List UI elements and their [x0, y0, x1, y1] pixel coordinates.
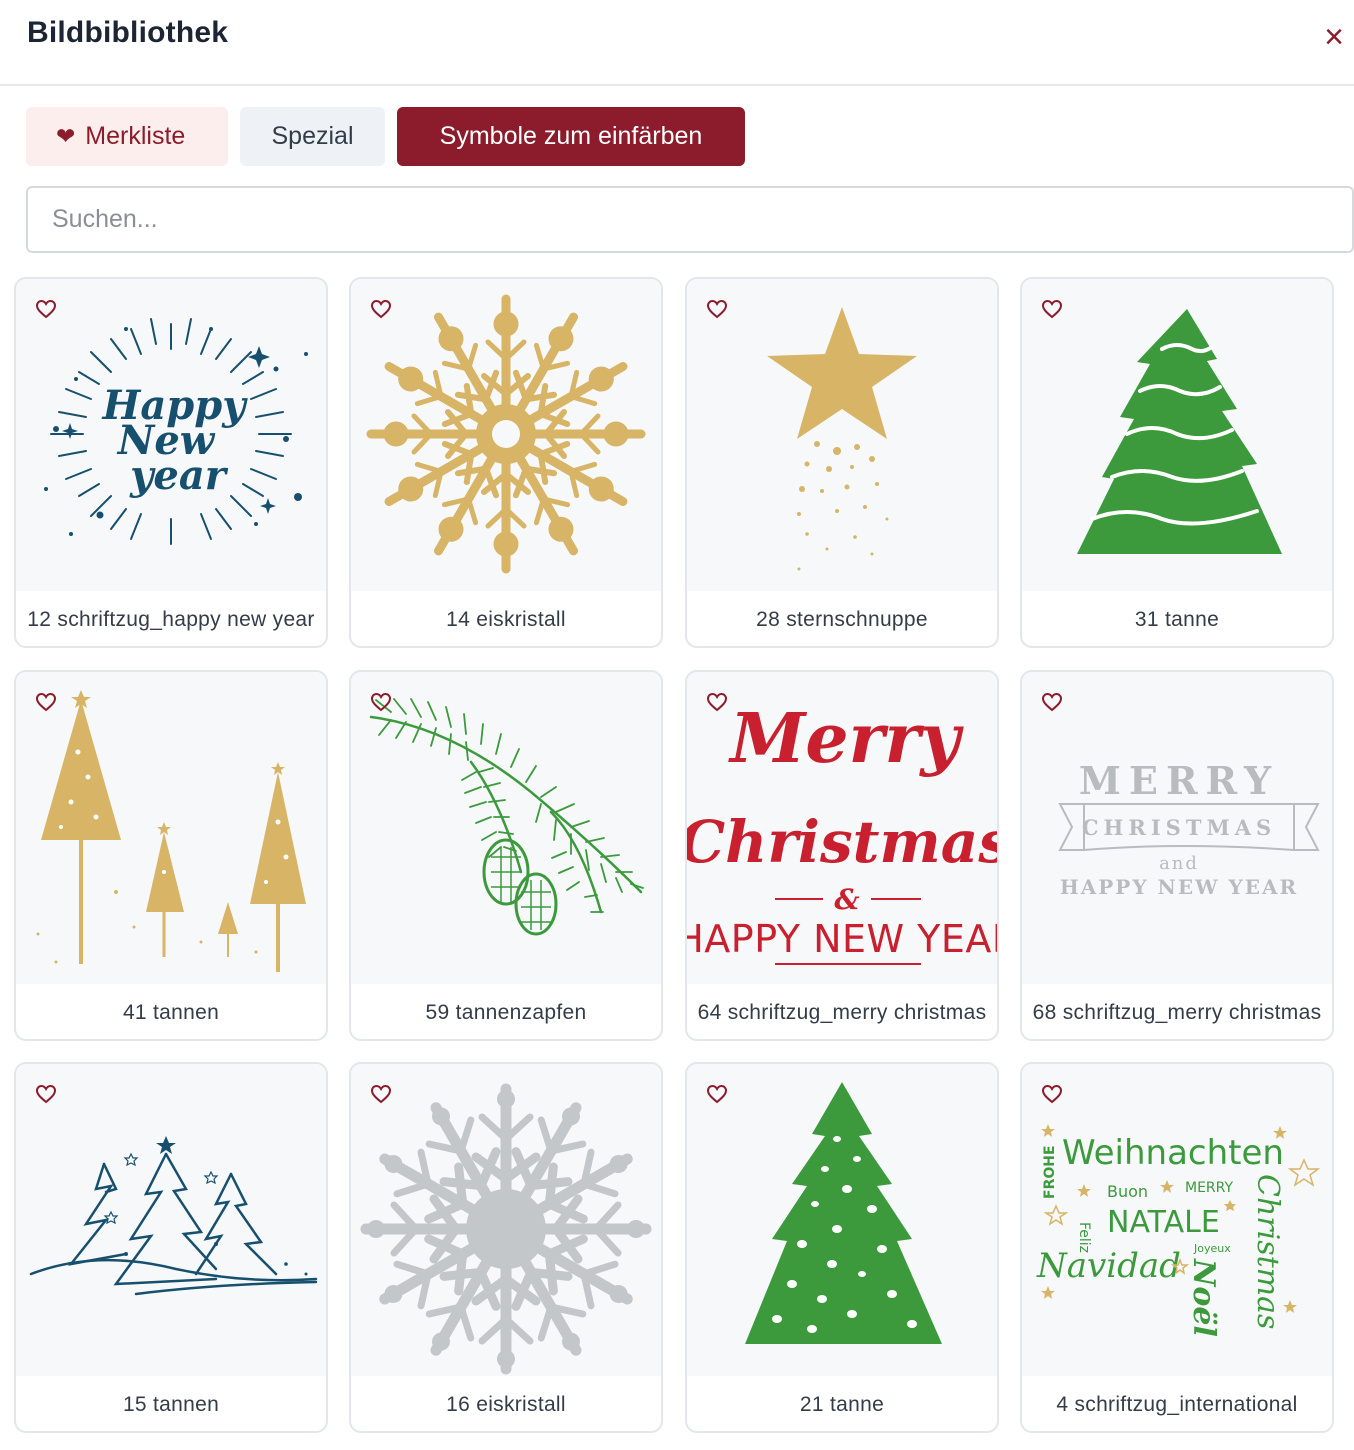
image-text: Navidad	[1036, 1246, 1181, 1286]
pine-branch-image	[369, 698, 644, 936]
merry-christmas-grey-image: MERRY CHRISTMAS and HAPPY NEW YEAR	[1058, 758, 1320, 899]
favorite-heart-icon[interactable]	[34, 1082, 58, 1106]
close-icon[interactable]: ×	[1318, 20, 1350, 54]
image-card-tannen-navy[interactable]: 15 tannen	[14, 1062, 328, 1433]
image-card-tanne-dots[interactable]: 21 tanne	[685, 1062, 999, 1433]
tab-symbole-zum-einfaerben[interactable]: Symbole zum einfärben	[397, 107, 745, 166]
tab-label: Spezial	[271, 122, 354, 150]
image-text: CHRISTMAS	[1082, 815, 1276, 840]
image-text: Buon	[1107, 1182, 1148, 1201]
image-thumbnail: Merry Christmas & HAPPY NEW YEAR	[687, 672, 997, 984]
image-title: 31 tanne	[1134, 608, 1220, 631]
image-text: NATALE	[1107, 1205, 1220, 1240]
image-text: HAPPY NEW YEAR	[687, 917, 997, 961]
image-text: Christmas	[687, 808, 997, 876]
image-title: 16 eiskristall	[446, 1393, 566, 1416]
favorite-heart-icon[interactable]	[1040, 297, 1064, 321]
tab-label: Symbole zum einfärben	[439, 122, 703, 150]
image-thumbnail	[687, 279, 997, 591]
image-card-happy-new-year[interactable]: Happy New year 12 schriftzug_happy new y…	[14, 277, 328, 648]
image-card-eiskristall[interactable]: 14 eiskristall	[349, 277, 663, 648]
gold-snowflake-image	[351, 294, 661, 591]
image-thumbnail	[351, 1064, 661, 1376]
image-text: FROHE	[1042, 1145, 1058, 1199]
favorite-heart-icon[interactable]	[1040, 1082, 1064, 1106]
category-tabs: ❤ Merkliste Spezial Symbole zum einfärbe…	[26, 107, 745, 166]
image-title: 41 tannen	[122, 1001, 220, 1024]
favorite-heart-icon[interactable]	[705, 690, 729, 714]
image-text: Merry	[728, 699, 964, 779]
image-card-sternschnuppe[interactable]: 28 sternschnuppe	[685, 277, 999, 648]
favorite-heart-icon[interactable]	[369, 1082, 393, 1106]
image-card-tannen[interactable]: 41 tannen	[14, 670, 328, 1041]
silver-snowflake-image	[351, 1083, 661, 1376]
heart-icon: ❤	[56, 123, 76, 149]
image-thumbnail	[351, 279, 661, 591]
image-text: &	[834, 883, 859, 916]
image-card-international[interactable]: Weihnachten FROHE Buon MERRY NATALE Feli…	[1020, 1062, 1334, 1433]
favorite-heart-icon[interactable]	[705, 1082, 729, 1106]
image-thumbnail: Happy New year	[16, 279, 326, 591]
shooting-star-image	[767, 307, 917, 571]
image-text: and	[1159, 853, 1199, 874]
image-text: MERRY	[1185, 1180, 1233, 1196]
international-words-image: Weihnachten FROHE Buon MERRY NATALE Feli…	[1036, 1124, 1321, 1337]
image-text: year	[129, 452, 229, 499]
image-title: 28 sternschnuppe	[756, 608, 928, 631]
image-title: 21 tanne	[799, 1393, 885, 1416]
favorite-heart-icon[interactable]	[705, 297, 729, 321]
image-title: 14 eiskristall	[446, 608, 566, 631]
image-card-tannenzapfen[interactable]: 59 tannenzapfen	[349, 670, 663, 1041]
image-title: 59 tannenzapfen	[425, 1001, 587, 1024]
image-text: Joyeux	[1193, 1242, 1231, 1255]
image-thumbnail	[16, 1064, 326, 1376]
image-text: Christmas	[1250, 1174, 1285, 1329]
tab-label: Merkliste	[85, 122, 186, 150]
favorite-heart-icon[interactable]	[34, 297, 58, 321]
image-title: 15 tannen	[122, 1393, 220, 1416]
image-title: 4 schriftzug_international	[1056, 1393, 1298, 1416]
favorite-heart-icon[interactable]	[369, 297, 393, 321]
navy-sketch-trees-image	[29, 1136, 318, 1296]
image-text: MERRY	[1079, 758, 1279, 803]
image-text: HAPPY NEW YEAR	[1060, 875, 1298, 899]
image-title: 64 schriftzug_merry christmas	[697, 1001, 987, 1024]
image-thumbnail	[16, 672, 326, 984]
green-fir-tree-dots-image	[745, 1082, 942, 1344]
favorite-heart-icon[interactable]	[369, 690, 393, 714]
image-card-tanne[interactable]: 31 tanne	[1020, 277, 1334, 648]
green-fir-tree-waves-image	[1077, 309, 1282, 554]
image-thumbnail: MERRY CHRISTMAS and HAPPY NEW YEAR	[1022, 672, 1332, 984]
image-card-eiskristall-silver[interactable]: 16 eiskristall	[349, 1062, 663, 1433]
favorite-heart-icon[interactable]	[34, 690, 58, 714]
image-text: Noël	[1186, 1258, 1221, 1337]
merry-christmas-red-image: Merry Christmas & HAPPY NEW YEAR	[687, 699, 997, 965]
tab-spezial[interactable]: Spezial	[240, 107, 385, 166]
gold-trees-image	[36, 690, 306, 972]
happy-new-year-image: Happy New year	[44, 318, 308, 545]
image-title: 68 schriftzug_merry christmas	[1032, 1001, 1322, 1024]
search-input[interactable]	[26, 186, 1354, 253]
image-thumbnail: Weihnachten FROHE Buon MERRY NATALE Feli…	[1022, 1064, 1332, 1376]
image-card-merry-christmas-grey[interactable]: MERRY CHRISTMAS and HAPPY NEW YEAR 68 sc…	[1020, 670, 1334, 1041]
image-thumbnail	[687, 1064, 997, 1376]
image-thumbnail	[351, 672, 661, 984]
image-title: 12 schriftzug_happy new year	[27, 608, 315, 631]
dialog-header: Bildbibliothek ×	[0, 0, 1354, 86]
tab-merkliste[interactable]: ❤ Merkliste	[26, 107, 228, 166]
image-card-merry-christmas-red[interactable]: Merry Christmas & HAPPY NEW YEAR 64 schr…	[685, 670, 999, 1041]
favorite-heart-icon[interactable]	[1040, 690, 1064, 714]
image-text: Weihnachten	[1062, 1133, 1284, 1173]
image-thumbnail	[1022, 279, 1332, 591]
dialog-title: Bildbibliothek	[27, 16, 229, 49]
